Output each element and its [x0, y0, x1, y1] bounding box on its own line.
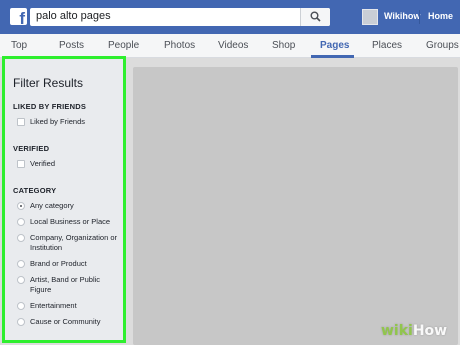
- radio-icon[interactable]: [17, 202, 25, 210]
- radio-icon[interactable]: [17, 260, 25, 268]
- option-label: Cause or Community: [30, 317, 101, 326]
- search-button[interactable]: [300, 8, 330, 26]
- option-label: Company, Organization or Institution: [30, 233, 117, 252]
- divider: [419, 10, 420, 24]
- profile-link[interactable]: Wikihow: [384, 11, 420, 21]
- tab-people[interactable]: People: [108, 40, 139, 51]
- active-tab-indicator: [311, 55, 354, 58]
- radio-icon[interactable]: [17, 318, 25, 326]
- section-heading-liked-by-friends: LIKED BY FRIENDS: [13, 102, 87, 111]
- watermark-wiki: wiki: [381, 323, 413, 339]
- search-input[interactable]: palo alto pages: [36, 10, 111, 22]
- wikihow-watermark: wikiHow: [381, 323, 447, 339]
- radio-icon[interactable]: [17, 218, 25, 226]
- home-link[interactable]: Home: [428, 11, 453, 21]
- option-label: Brand or Product: [30, 259, 87, 268]
- checkbox-icon[interactable]: [17, 118, 25, 126]
- option-label: Artist, Band or Public Figure: [30, 275, 101, 294]
- option-label: Entertainment: [30, 301, 77, 310]
- tab-videos[interactable]: Videos: [218, 40, 248, 51]
- radio-icon[interactable]: [17, 234, 25, 242]
- option-label: Any category: [30, 201, 74, 210]
- section-heading-verified: VERIFIED: [13, 144, 50, 153]
- radio-icon[interactable]: [17, 276, 25, 284]
- tab-places[interactable]: Places: [372, 40, 402, 51]
- top-navigation-bar: f palo alto pages Wikihow Home: [0, 0, 460, 34]
- search-tabs: Top Posts People Photos Videos Shop Page…: [0, 34, 460, 58]
- search-icon: [310, 11, 321, 22]
- radio-icon[interactable]: [17, 302, 25, 310]
- facebook-logo-icon[interactable]: f: [10, 8, 27, 27]
- filter-results-panel: Filter Results LIKED BY FRIENDS Liked by…: [2, 56, 126, 343]
- checkbox-icon[interactable]: [17, 160, 25, 168]
- tab-groups[interactable]: Groups: [426, 40, 459, 51]
- watermark-how: How: [412, 323, 448, 339]
- option-label: Liked by Friends: [30, 117, 86, 126]
- tab-pages[interactable]: Pages: [320, 40, 349, 51]
- results-area: [133, 67, 458, 345]
- option-label: Verified: [30, 159, 56, 168]
- search-box[interactable]: palo alto pages: [30, 8, 330, 26]
- tab-top[interactable]: Top: [11, 40, 27, 51]
- tab-posts[interactable]: Posts: [59, 40, 84, 51]
- avatar[interactable]: [362, 9, 378, 25]
- option-label: Local Business or Place: [30, 217, 111, 226]
- section-heading-category: CATEGORY: [13, 186, 57, 195]
- tab-shop[interactable]: Shop: [272, 40, 295, 51]
- tab-photos[interactable]: Photos: [164, 40, 195, 51]
- filter-title: Filter Results: [13, 76, 84, 90]
